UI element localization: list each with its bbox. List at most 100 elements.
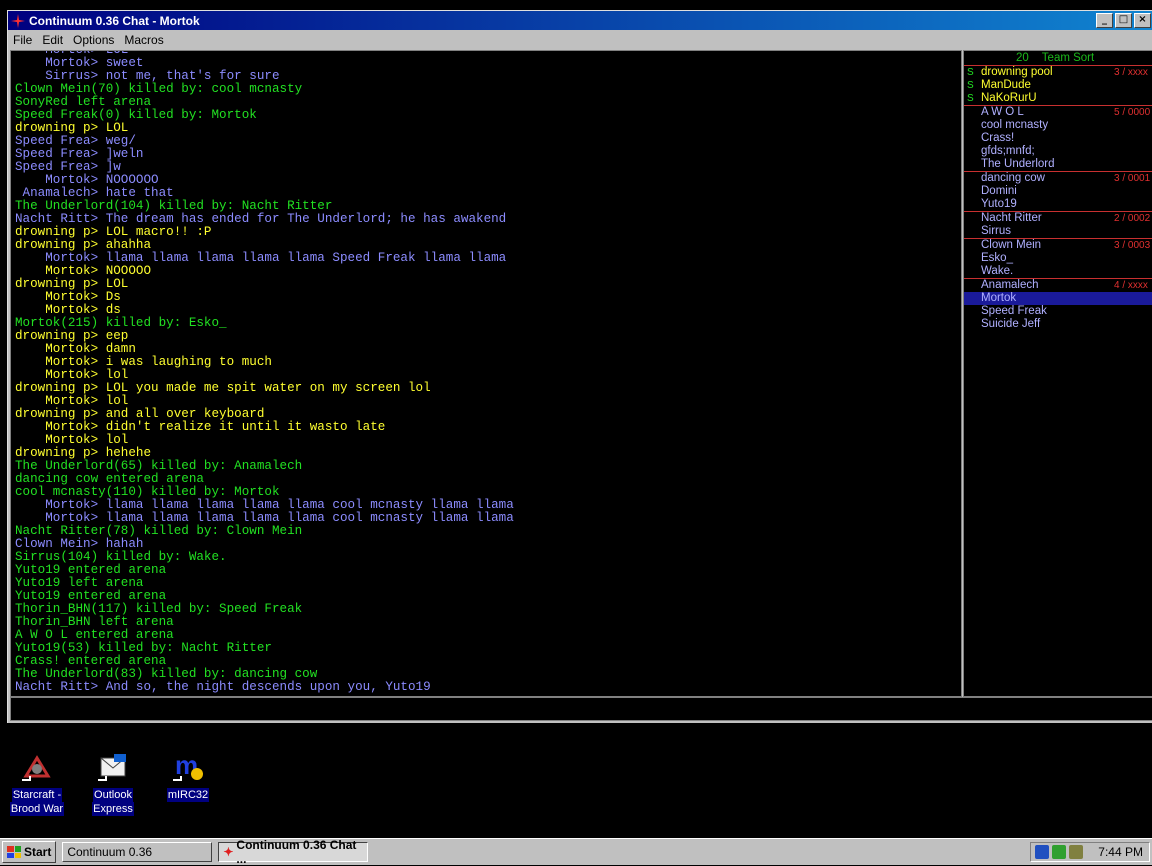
player-name: Nacht Ritter [981, 212, 1042, 224]
player-row[interactable]: Anamalech 4 / xxxx [964, 278, 1152, 292]
player-row[interactable]: dancing cow 3 / 0001 [964, 171, 1152, 185]
starcraft-icon [20, 750, 54, 784]
chat-line: Speed Freak(0) killed by: Mortok [15, 108, 257, 122]
player-row[interactable]: Yuto19 [964, 198, 1152, 211]
safe-mark: S [967, 93, 974, 104]
player-row[interactable]: Mortok [964, 292, 1152, 305]
mirc-shortcut[interactable]: m mIRC32 [148, 750, 228, 802]
desktop-icon-label: Brood War [9, 802, 65, 816]
player-row[interactable]: Sdrowning pool 3 / xxxx [964, 66, 1152, 79]
player-name: drowning pool [981, 66, 1053, 78]
player-name: Speed Freak [981, 305, 1047, 317]
sort-label: Team Sort [1041, 52, 1095, 64]
player-list-header[interactable]: 20 Team Sort [964, 51, 1152, 66]
player-name: ManDude [981, 79, 1031, 91]
desktop-icon-label: Outlook [93, 788, 133, 802]
menu-file[interactable]: File [8, 33, 37, 47]
player-row[interactable]: Domini [964, 185, 1152, 198]
chat-input[interactable] [10, 697, 1152, 721]
taskbar-item-continuum-chat[interactable]: ✦ Continuum 0.36 Chat ... [218, 838, 369, 866]
team-score: 3 / xxxx [1114, 67, 1148, 78]
player-name: A W O L [981, 106, 1024, 118]
player-list[interactable]: 20 Team Sort Sdrowning pool 3 / xxxx S ManD… [963, 50, 1152, 697]
player-count: 20 [1016, 52, 1029, 64]
continuum-icon: ✦ [223, 845, 234, 859]
mirc-icon: m [171, 750, 205, 784]
player-row[interactable]: S NaKoRurU [964, 92, 1152, 105]
player-row[interactable]: Clown Mein 3 / 0003 [964, 238, 1152, 252]
desktop-icon-label: Express [92, 802, 134, 816]
outlook-express-shortcut[interactable]: Outlook Express [73, 750, 153, 816]
player-row[interactable]: Speed Freak [964, 305, 1152, 318]
chat-line: Mortok> Ds [15, 290, 121, 304]
player-row[interactable]: Wake. [964, 265, 1152, 278]
shield-icon[interactable] [1035, 845, 1049, 859]
menu-edit[interactable]: Edit [37, 33, 68, 47]
menu-macros[interactable]: Macros [119, 33, 168, 47]
close-button[interactable]: × [1134, 13, 1151, 28]
chat-lines: Mortok> LOL Mortok> sweet Sirrus> not me… [11, 50, 961, 694]
player-row[interactable]: A W O L 5 / 0000 [964, 105, 1152, 119]
player-name: Esko_ [981, 252, 1013, 264]
window-title: Continuum 0.36 Chat - Mortok [29, 13, 200, 28]
chat-line: drowning p> LOL you made me spit water o… [15, 381, 431, 395]
chat-line: Mortok(215) killed by: Esko_ [15, 316, 227, 330]
chat-line: Mortok> didn't realize it until it wasto… [15, 420, 386, 434]
player-row[interactable]: Crass! [964, 132, 1152, 145]
chat-line: drowning p> LOL [15, 121, 129, 135]
player-row[interactable]: The Underlord [964, 158, 1152, 171]
chat-line: Yuto19 entered arena [15, 563, 167, 577]
player-name: Anamalech [981, 279, 1039, 291]
clock[interactable]: 7:44 PM [1098, 845, 1143, 859]
taskbar-item-label: Continuum 0.36 [67, 845, 153, 859]
window-titlebar[interactable]: Continuum 0.36 Chat - Mortok _ □ × [8, 11, 1152, 30]
monitor-icon[interactable] [1069, 845, 1083, 859]
chat-line: drowning p> LOL macro!! :P [15, 225, 212, 239]
player-row[interactable]: Suicide Jeff [964, 318, 1152, 331]
players: Sdrowning pool 3 / xxxx S ManDude S NaKoRurU A… [964, 66, 1152, 331]
player-name: cool mcnasty [981, 119, 1049, 131]
minimize-button[interactable]: _ [1096, 13, 1113, 28]
safe-mark: S [967, 67, 974, 78]
chat-log[interactable]: Mortok> LOL Mortok> sweet Sirrus> not me… [10, 50, 962, 697]
start-label: Start [24, 845, 52, 859]
menu-bar: File Edit Options Macros [8, 30, 1152, 49]
windows-logo-icon [7, 846, 21, 858]
player-name: Suicide Jeff [981, 318, 1041, 330]
player-row[interactable]: S ManDude [964, 79, 1152, 92]
start-button[interactable]: Start [2, 841, 57, 863]
menu-options[interactable]: Options [68, 33, 119, 47]
player-name: gfds;mnfd; [981, 145, 1035, 157]
chat-line: Mortok> llama llama llama llama llama Sp… [15, 251, 507, 265]
maximize-button[interactable]: □ [1115, 13, 1132, 28]
chat-line: Mortok> NOOOOO [15, 264, 152, 278]
system-tray: 7:44 PM [1030, 842, 1150, 862]
taskbar: Start Continuum 0.36 ✦ Continuum 0.36 Ch… [0, 838, 1152, 866]
network-icon[interactable] [1052, 845, 1066, 859]
player-name: Domini [981, 185, 1017, 197]
chat-line: Clown Mein(70) killed by: cool mcnasty [15, 82, 303, 96]
player-row[interactable]: cool mcnasty [964, 119, 1152, 132]
chat-window: Continuum 0.36 Chat - Mortok _ □ × File … [7, 10, 1152, 723]
outlook-express-icon [96, 750, 130, 784]
team-score: 3 / 0001 [1114, 173, 1151, 184]
player-row[interactable]: gfds;mnfd; [964, 145, 1152, 158]
team-score: 2 / 0002 [1114, 213, 1151, 224]
player-name: Crass! [981, 132, 1015, 144]
chat-line: Nacht Ritt> And so, the night descends u… [15, 680, 431, 694]
chat-line: Mortok> LOL [15, 50, 129, 57]
player-name: NaKoRurU [981, 92, 1037, 104]
player-name: Mortok [981, 292, 1017, 304]
player-name: dancing cow [981, 172, 1045, 184]
taskbar-item-label: Continuum 0.36 Chat ... [236, 838, 357, 866]
player-name: Wake. [981, 265, 1014, 277]
player-row[interactable]: Esko_ [964, 252, 1152, 265]
chat-line: Mortok> i was laughing to much [15, 355, 272, 369]
player-row[interactable]: Nacht Ritter 2 / 0002 [964, 211, 1152, 225]
player-name: Yuto19 [981, 198, 1017, 210]
starcraft-shortcut[interactable]: Starcraft - Brood War [0, 750, 77, 816]
taskbar-item-continuum[interactable]: Continuum 0.36 [62, 842, 213, 862]
chat-line: Nacht Ritter(78) killed by: Clown Mein [15, 524, 303, 538]
player-row[interactable]: Sirrus [964, 225, 1152, 238]
chat-line: Mortok> lol [15, 433, 129, 447]
